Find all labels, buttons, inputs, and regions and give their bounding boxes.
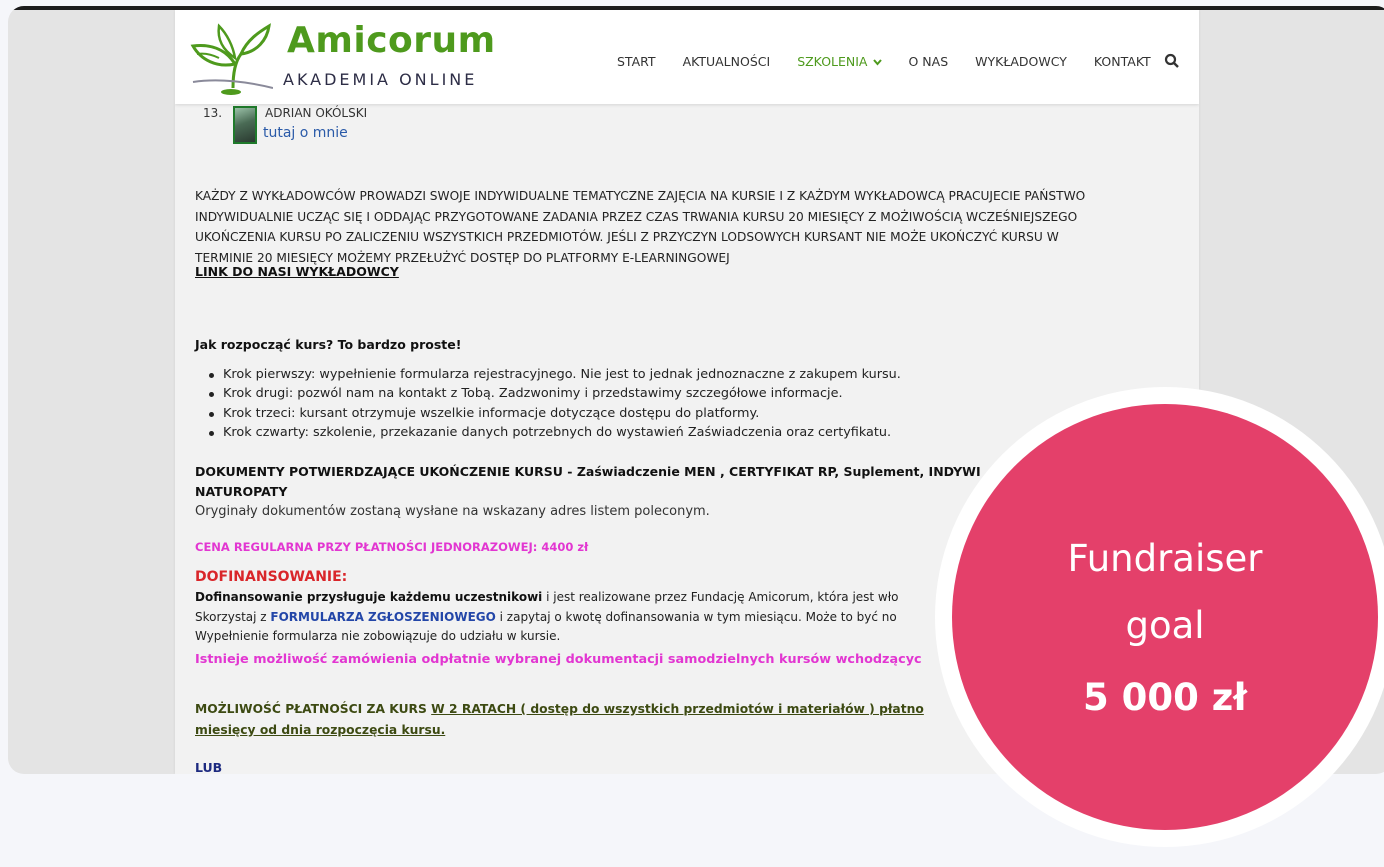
documents-text: Oryginały dokumentów zostaną wysłane na … [195, 504, 710, 519]
logo-name[interactable]: Amicorum [287, 20, 496, 61]
intro-paragraph: KAŻDY Z WYKŁADOWCÓW PROWADZI SWOJE INDYW… [195, 186, 1195, 268]
funding-text: i jest realizowane przez Fundację Amicor… [542, 590, 899, 604]
documents-heading-line: NATUROPATY [195, 484, 288, 499]
installments-underlined: W 2 RATACH ( dostęp do wszystkich przedm… [431, 702, 924, 716]
installments-text: MOŻLIWOŚĆ PŁATNOŚCI ZA KURS [195, 702, 432, 716]
main-nav: START AKTUALNOŚCI SZKOLENIA O NAS WYKŁAD… [617, 54, 1178, 69]
sprout-logo-icon[interactable] [189, 18, 273, 98]
documentation-order-note: Istnieje możliwość zamówienia odpłatnie … [195, 652, 922, 667]
intro-line: INDYWIDUALNIE UCZĄC SIĘ I ODDAJĄC PRZYGO… [195, 209, 1078, 224]
chevron-down-icon [872, 59, 882, 66]
application-form-link[interactable]: FORMULARZA ZGŁOSZENIOWEGO [270, 610, 495, 624]
lecturers-link[interactable]: LINK DO NASI WYKŁADOWCY [195, 264, 399, 279]
funding-heading: DOFINANSOWANIE: [195, 569, 348, 585]
list-item: Krok pierwszy: wypełnienie formularza re… [207, 365, 901, 384]
intro-line: KAŻDY Z WYKŁADOWCÓW PROWADZI SWOJE INDYW… [195, 189, 1086, 203]
funding-bold-text: Dofinansowanie przysługuje każdemu uczes… [195, 590, 543, 604]
how-to-start-heading: Jak rozpocząć kurs? To bardzo proste! [195, 337, 462, 352]
regular-price: CENA REGULARNA PRZY PŁATNOŚCI JEDNORAZOW… [195, 540, 589, 554]
nav-item-start[interactable]: START [617, 54, 656, 69]
site-header: Amicorum AKADEMIA ONLINE START AKTUALNOŚ… [175, 10, 1199, 104]
nav-item-aktualnosci[interactable]: AKTUALNOŚCI [683, 54, 771, 69]
list-item: Krok czwarty: szkolenie, przekazanie dan… [207, 423, 901, 442]
list-item: Krok drugi: pozwól nam na kontakt z Tobą… [207, 384, 901, 403]
search-icon[interactable] [1164, 53, 1180, 69]
nav-item-wykladowcy[interactable]: WYKŁADOWCY [975, 54, 1067, 69]
nav-item-o-nas[interactable]: O NAS [909, 54, 949, 69]
intro-line: UKOŃCZENIA KURSU PO ZALICZENIU WSZYSTKIC… [195, 230, 1059, 244]
funding-text: Skorzystaj z [195, 609, 271, 624]
funding-text: i zapytaj o kwotę dofinansowania w tym m… [495, 609, 897, 624]
documents-heading-line: DOKUMENTY POTWIERDZAJĄCE UKOŃCZENIE KURS… [195, 464, 981, 479]
steps-list: Krok pierwszy: wypełnienie formularza re… [207, 365, 901, 442]
goal-amount: 5 000 zł [1082, 676, 1247, 719]
lecturer-name: ADRIAN OKÓLSKI [265, 106, 368, 120]
logo-subtitle: AKADEMIA ONLINE [283, 70, 478, 89]
goal-label: goal [1125, 604, 1205, 647]
lecturer-about-link[interactable]: tutaj o mnie [263, 125, 348, 141]
nav-item-szkolenia-label: SZKOLENIA [797, 54, 868, 69]
fundraiser-label: Fundraiser [1067, 537, 1263, 580]
lecturer-number: 13. [203, 106, 223, 120]
documents-heading: DOKUMENTY POTWIERDZAJĄCE UKOŃCZENIE KURS… [195, 462, 1095, 502]
nav-item-szkolenia[interactable]: SZKOLENIA [797, 54, 882, 69]
fundraiser-badge: Fundraiser goal 5 000 zł [935, 387, 1384, 847]
or-label: LUB [195, 760, 223, 774]
fundraiser-badge-circle: Fundraiser goal 5 000 zł [952, 404, 1378, 830]
list-item: Krok trzeci: kursant otrzymuje wszelkie … [207, 404, 901, 423]
lecturer-photo[interactable] [233, 106, 257, 144]
nav-item-kontakt[interactable]: KONTAKT [1094, 54, 1151, 69]
